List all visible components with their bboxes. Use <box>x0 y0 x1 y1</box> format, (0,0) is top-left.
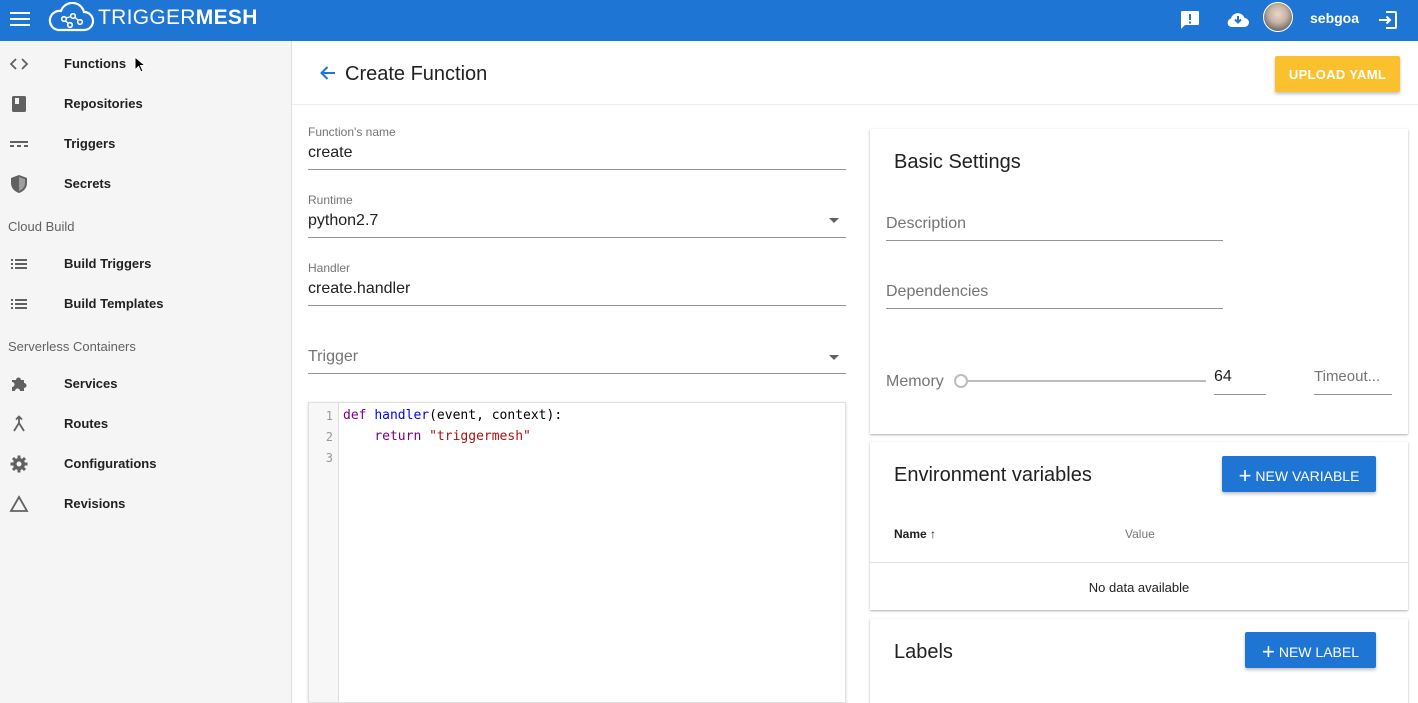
top-app-bar: TRIGGERMESH sebgoa <box>0 0 1418 41</box>
line-number: 3 <box>325 451 333 465</box>
trigger-placeholder: Trigger <box>308 348 359 365</box>
merge-icon <box>13 415 25 432</box>
sidebar-item-label: Triggers <box>64 136 116 151</box>
line-number-gutter: 1 2 3 <box>309 403 339 702</box>
trigger-select[interactable]: Trigger <box>308 341 846 374</box>
sidebar: Functions Repositories Triggers Secrets … <box>0 41 292 703</box>
code-icon <box>9 58 29 70</box>
sidebar-item-configurations[interactable]: Configurations <box>0 444 291 484</box>
memory-value: 64 <box>1214 368 1232 385</box>
section-header-cloud-build: Cloud Build <box>8 219 75 234</box>
sidebar-item-build-templates[interactable]: Build Templates <box>0 284 291 324</box>
book-icon <box>12 96 26 112</box>
empty-table-message: No data available <box>1088 580 1190 595</box>
line-number: 2 <box>325 430 333 444</box>
sidebar-item-label: Configurations <box>64 456 157 471</box>
sidebar-item-label: Repositories <box>64 96 143 111</box>
arrow-up-icon: ↑ <box>930 527 937 541</box>
feedback-icon[interactable] <box>1178 8 1202 32</box>
memory-slider-track[interactable] <box>960 380 1206 382</box>
triggers-icon <box>10 141 28 147</box>
timeout-field[interactable]: Timeout... <box>1314 367 1392 395</box>
triggermesh-logo <box>48 2 95 32</box>
cloud-download-icon[interactable] <box>1226 8 1250 32</box>
sidebar-item-revisions[interactable]: Revisions <box>0 484 291 524</box>
function-name-value: create <box>308 144 353 161</box>
section-header-serverless: Serverless Containers <box>8 339 136 354</box>
sidebar-item-label: Services <box>64 376 118 391</box>
logout-icon[interactable] <box>1376 8 1400 32</box>
function-name-field[interactable]: Function's name create <box>308 123 846 170</box>
sidebar-item-label: Secrets <box>64 176 111 191</box>
handler-label: Handler <box>308 261 351 275</box>
runtime-value: python2.7 <box>308 212 379 229</box>
handler-field[interactable]: Handler create.handler <box>308 259 846 306</box>
dependencies-placeholder: Dependencies <box>886 283 989 300</box>
menu-icon[interactable] <box>10 9 30 29</box>
upload-yaml-button[interactable]: UPLOAD YAML <box>1275 56 1400 92</box>
table-divider <box>870 562 1408 563</box>
chevron-down-icon <box>829 355 839 360</box>
code-editor[interactable]: 1 2 3 def handler(event, context): retur… <box>308 402 846 703</box>
memory-input[interactable]: 64 <box>1214 367 1266 395</box>
list-icon <box>11 299 27 309</box>
runtime-label: Runtime <box>308 193 353 207</box>
plus-icon: + <box>1238 463 1252 488</box>
username[interactable]: sebgoa <box>1310 10 1359 26</box>
new-variable-button[interactable]: + NEW VARIABLE <box>1222 456 1376 492</box>
function-name-label: Function's name <box>308 125 396 139</box>
timeout-placeholder: Timeout... <box>1314 368 1381 385</box>
column-header-value: Value <box>1125 527 1155 541</box>
gear-icon <box>10 455 28 473</box>
sidebar-item-routes[interactable]: Routes <box>0 404 291 444</box>
puzzle-icon <box>12 377 27 391</box>
brand-name: TRIGGERMESH <box>98 6 258 29</box>
code-line-1: def handler(event, context): <box>343 408 563 423</box>
basic-settings-card: Basic Settings Description Dependencies … <box>870 129 1408 434</box>
description-field[interactable]: Description <box>886 215 1223 241</box>
memory-label: Memory <box>886 373 944 390</box>
env-vars-card: Environment variables + NEW VARIABLE Name… <box>870 442 1408 610</box>
handler-value: create.handler <box>308 280 411 297</box>
avatar[interactable] <box>1263 2 1293 32</box>
sidebar-item-triggers[interactable]: Triggers <box>0 124 291 164</box>
memory-slider-thumb[interactable] <box>954 374 968 388</box>
env-vars-title: Environment variables <box>894 464 1092 486</box>
line-number: 1 <box>325 409 333 423</box>
dependencies-field[interactable]: Dependencies <box>886 283 1223 309</box>
column-header-name[interactable]: Name ↑ <box>894 527 936 541</box>
sidebar-item-label: Build Triggers <box>64 256 152 271</box>
basic-settings-title: Basic Settings <box>894 151 1021 173</box>
chevron-down-icon <box>829 218 839 223</box>
sidebar-item-label: Build Templates <box>64 296 164 311</box>
sidebar-item-secrets[interactable]: Secrets <box>0 164 291 204</box>
sidebar-item-services[interactable]: Services <box>0 364 291 404</box>
description-placeholder: Description <box>886 215 967 232</box>
shield-icon <box>11 175 27 193</box>
new-label-button[interactable]: + NEW LABEL <box>1245 632 1376 668</box>
sidebar-item-label: Revisions <box>64 496 126 511</box>
code-line-2: return "triggermesh" <box>374 429 531 444</box>
labels-card: Labels + NEW LABEL <box>870 619 1408 703</box>
runtime-select[interactable]: Runtime python2.7 <box>308 191 846 238</box>
page-title: Create Function <box>345 63 488 85</box>
plus-icon: + <box>1262 639 1275 664</box>
sidebar-item-label: Functions <box>64 56 127 71</box>
page-header: Create Function UPLOAD YAML <box>292 41 1418 105</box>
sidebar-item-label: Routes <box>64 416 109 431</box>
labels-title: Labels <box>894 641 953 663</box>
triangle-icon <box>9 495 29 512</box>
sidebar-item-build-triggers[interactable]: Build Triggers <box>0 244 291 284</box>
mouse-cursor-icon <box>134 56 146 73</box>
sidebar-item-repositories[interactable]: Repositories <box>0 84 291 124</box>
back-arrow-icon[interactable] <box>318 63 338 83</box>
main-content: Create Function UPLOAD YAML Function's n… <box>292 41 1418 703</box>
list-icon <box>11 259 27 269</box>
